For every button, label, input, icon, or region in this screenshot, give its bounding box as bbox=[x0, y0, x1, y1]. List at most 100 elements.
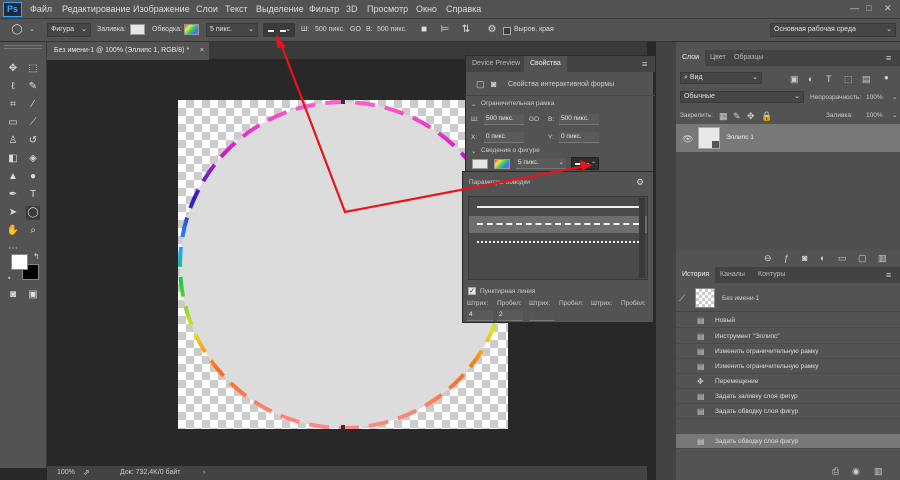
menu-type[interactable]: Текст bbox=[225, 4, 248, 14]
chevron-down-icon[interactable]: ⌄ bbox=[471, 100, 476, 108]
type-tool-icon[interactable]: T bbox=[26, 188, 40, 202]
history-brush-source-icon[interactable]: ⟋ bbox=[679, 293, 685, 303]
chevron-right-icon[interactable]: › bbox=[203, 469, 205, 476]
group-folder-icon[interactable]: ▭ bbox=[838, 253, 847, 263]
shape-stroke-width[interactable]: 5 пикс. ⌄ bbox=[516, 158, 566, 169]
history-item[interactable]: ▤ Инструмент "Эллипс" bbox=[676, 329, 900, 344]
quick-mask-icon[interactable]: ◙ bbox=[6, 288, 20, 302]
layer-filter-select[interactable]: ⌕ Вид ⌄ bbox=[680, 72, 762, 84]
fill-swatch[interactable] bbox=[130, 24, 145, 35]
align-edges-checkbox[interactable] bbox=[503, 27, 511, 35]
history-item[interactable]: ✥ Перемещение bbox=[676, 374, 900, 389]
document-canvas[interactable] bbox=[178, 100, 508, 429]
gear-icon[interactable]: ⚙ bbox=[636, 177, 644, 187]
dotted-stroke-preset[interactable] bbox=[469, 234, 647, 250]
trash-icon[interactable]: ▥ bbox=[878, 253, 887, 263]
stroke-width-field[interactable]: 5 пикс. ⌄ bbox=[206, 23, 258, 37]
clone-stamp-tool-icon[interactable]: ♙ bbox=[6, 134, 20, 148]
menu-filter[interactable]: Фильтр bbox=[309, 4, 339, 14]
filter-toggle-icon[interactable]: ● bbox=[884, 73, 889, 83]
tab-layers[interactable]: Слои bbox=[676, 50, 706, 66]
ellipse-tool-preset-icon[interactable]: ◯ bbox=[10, 23, 24, 37]
history-item[interactable]: ▤ Новый bbox=[676, 313, 900, 328]
menu-file[interactable]: Файл bbox=[30, 4, 52, 14]
link-icon[interactable]: GO bbox=[529, 116, 539, 123]
shape-stroke-swatch[interactable] bbox=[494, 159, 510, 169]
tab-history[interactable]: История bbox=[676, 267, 716, 283]
stroke-type-select[interactable]: ⌄ bbox=[263, 23, 295, 37]
fill-value[interactable]: 100% bbox=[866, 112, 883, 119]
paint-bucket-tool-icon[interactable]: ◈ bbox=[26, 152, 40, 166]
quick-selection-tool-icon[interactable]: ✎ bbox=[26, 80, 40, 94]
marquee-tool-icon[interactable]: ⬚ bbox=[26, 62, 40, 76]
gap-1-field[interactable]: 2 bbox=[497, 310, 523, 321]
x-field[interactable]: 0 пикс. bbox=[484, 132, 524, 143]
menu-edit[interactable]: Редактирование bbox=[62, 4, 131, 14]
document-tab[interactable]: Без имени-1 @ 100% (Эллипс 1, RGB/8) * × bbox=[47, 42, 209, 60]
menu-layers[interactable]: Слои bbox=[196, 4, 218, 14]
chevron-down-icon[interactable]: ⌄ bbox=[892, 111, 897, 119]
move-tool-icon[interactable]: ✥ bbox=[6, 62, 20, 76]
shape-fill-swatch[interactable] bbox=[472, 159, 488, 169]
layer-style-icon[interactable]: ƒ bbox=[784, 253, 789, 263]
dashed-stroke-preset[interactable] bbox=[469, 216, 647, 233]
tab-channels[interactable]: Каналы bbox=[714, 267, 751, 283]
menu-view[interactable]: Просмотр bbox=[367, 4, 408, 14]
width-value[interactable]: 500 пикс. bbox=[315, 26, 345, 33]
link-icon[interactable]: GO bbox=[350, 26, 361, 33]
camera-icon[interactable]: ◉ bbox=[852, 466, 860, 476]
chevron-down-icon[interactable]: ⌄ bbox=[471, 147, 476, 155]
zoom-tool-icon[interactable]: ⌕ bbox=[26, 224, 40, 238]
chevron-down-icon[interactable]: ⌄ bbox=[892, 93, 897, 101]
mode-select[interactable]: Фигура ⌄ bbox=[47, 23, 91, 37]
share-icon[interactable]: ⇗ bbox=[83, 468, 90, 477]
height-value[interactable]: 500 пикс. bbox=[377, 26, 407, 33]
eye-icon[interactable]: 👁 bbox=[682, 134, 693, 144]
tab-swatches[interactable]: Образцы bbox=[728, 50, 769, 66]
pen-tool-icon[interactable]: ✒ bbox=[6, 188, 20, 202]
opacity-value[interactable]: 100% bbox=[866, 94, 883, 101]
ellipse-tool-icon[interactable]: ◯ bbox=[26, 206, 40, 220]
history-brush-tool-icon[interactable]: ↺ bbox=[26, 134, 40, 148]
chevron-down-icon[interactable]: ⌄ bbox=[29, 25, 35, 33]
foreground-color-swatch[interactable] bbox=[11, 254, 28, 270]
menu-help[interactable]: Справка bbox=[446, 4, 481, 14]
filter-smart-object-icon[interactable]: ▤ bbox=[862, 74, 871, 84]
solid-stroke-preset[interactable] bbox=[469, 199, 647, 215]
lock-position-icon[interactable]: ✥ bbox=[747, 111, 755, 121]
dash-1-field[interactable]: 4 bbox=[467, 310, 493, 321]
filter-adjustment-icon[interactable]: ◐ bbox=[808, 74, 813, 84]
menu-image[interactable]: Изображение bbox=[133, 4, 190, 14]
swap-colors-icon[interactable]: ↰ bbox=[33, 252, 40, 262]
presets-scrollbar[interactable] bbox=[639, 198, 645, 278]
new-document-from-state-icon[interactable]: ⎙ bbox=[832, 466, 839, 476]
screen-mode-icon[interactable]: ▣ bbox=[26, 288, 40, 302]
ellipse-shape[interactable] bbox=[178, 100, 508, 429]
filter-shape-icon[interactable]: ⬚ bbox=[844, 74, 853, 84]
panel-menu-icon[interactable]: ≡ bbox=[886, 53, 891, 63]
lasso-tool-icon[interactable]: ℓ bbox=[6, 80, 20, 94]
panel-menu-icon[interactable]: ≡ bbox=[642, 59, 647, 69]
lock-image-icon[interactable]: ✎ bbox=[733, 111, 741, 121]
mask-properties-icon[interactable]: ◙ bbox=[491, 79, 496, 89]
tab-paths[interactable]: Контуры bbox=[752, 267, 791, 283]
blend-mode-select[interactable]: Обычные ⌄ bbox=[680, 91, 804, 103]
h-field[interactable]: 500 пикс. bbox=[559, 114, 599, 125]
layer-row[interactable]: 👁 Эллипс 1 bbox=[676, 124, 900, 152]
close-tab-icon[interactable]: × bbox=[200, 42, 204, 60]
brush-tool-icon[interactable]: ⟋ bbox=[26, 116, 40, 130]
eraser-tool-icon[interactable]: ◧ bbox=[6, 152, 20, 166]
path-selection-tool-icon[interactable]: ➤ bbox=[6, 206, 20, 220]
path-alignment-icon[interactable]: ⊨ bbox=[438, 23, 452, 37]
healing-brush-tool-icon[interactable]: ▭ bbox=[6, 116, 20, 130]
menu-3d[interactable]: 3D bbox=[346, 4, 358, 14]
shape-stroke-type-select[interactable]: ⌄ bbox=[571, 157, 599, 170]
adjustment-layer-icon[interactable]: ◐ bbox=[820, 253, 825, 263]
minimize-icon[interactable]: — bbox=[850, 3, 859, 13]
dodge-tool-icon[interactable]: ● bbox=[26, 170, 40, 184]
layer-name[interactable]: Эллипс 1 bbox=[726, 134, 754, 141]
blur-tool-icon[interactable]: ▲ bbox=[6, 170, 20, 184]
restore-icon[interactable]: □ bbox=[866, 3, 871, 13]
new-layer-icon[interactable]: ▢ bbox=[858, 253, 867, 263]
history-item-selected[interactable]: ▤ Задать обводку слоя фигур bbox=[676, 434, 900, 449]
